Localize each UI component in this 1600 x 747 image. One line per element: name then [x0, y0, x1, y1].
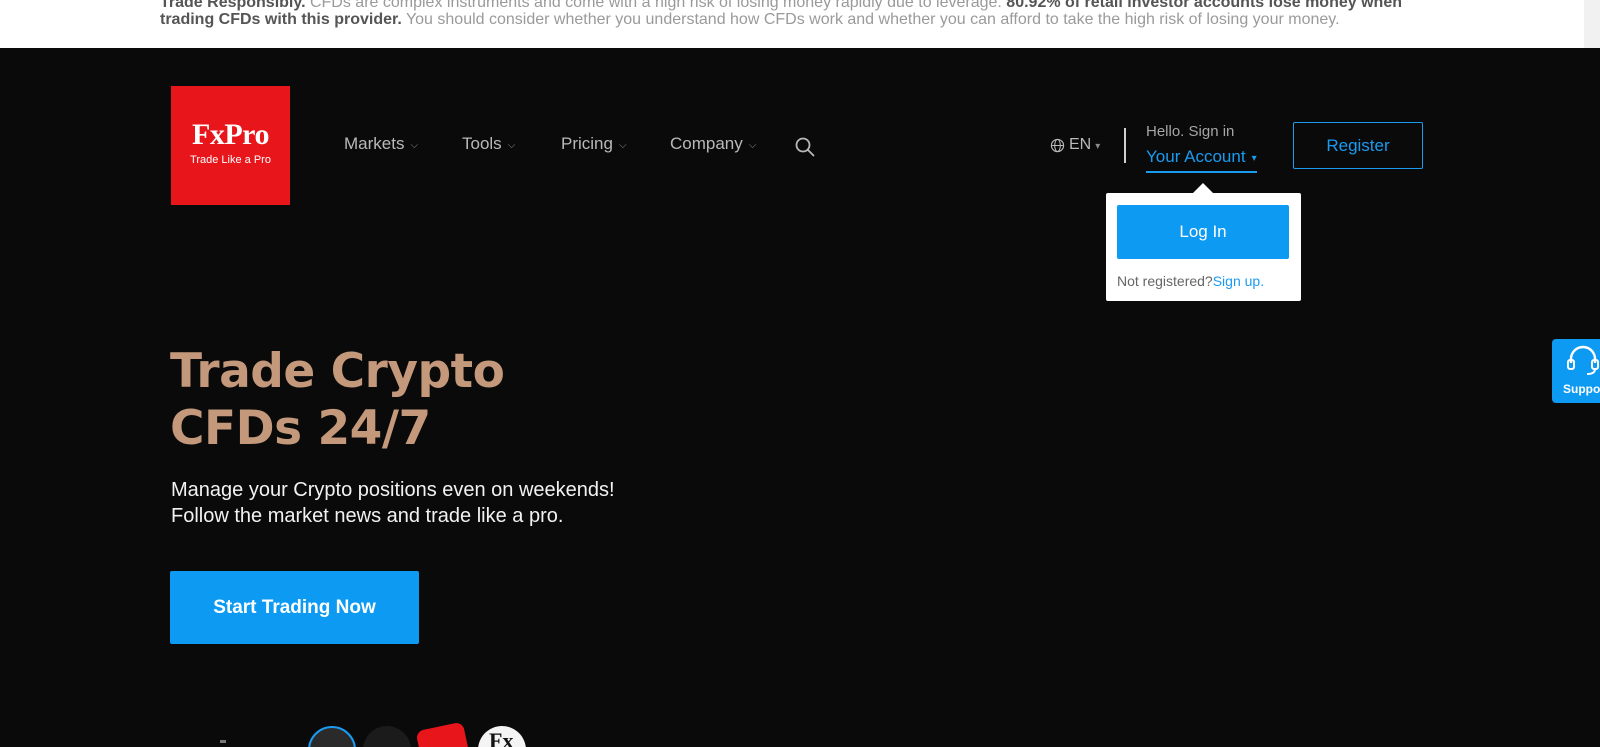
nav-item-company[interactable]: Company ⌵ [670, 134, 756, 154]
risk-warning-lead: Trade Responsibly. [160, 0, 306, 11]
chevron-down-icon: ⌵ [410, 139, 419, 151]
risk-bar-scrollbar[interactable] [1584, 0, 1600, 48]
support-tab[interactable]: Support [1552, 339, 1600, 403]
language-label: EN [1069, 136, 1092, 153]
partial-text-fragment [220, 740, 226, 743]
award-badge-icon [308, 726, 356, 747]
award-badge-icon [415, 721, 473, 747]
hero-subtitle-line1: Manage your Crypto positions even on wee… [171, 479, 615, 501]
fxpro-logo[interactable]: FxPro Trade Like a Pro [171, 86, 290, 205]
chevron-down-icon: ⌵ [507, 139, 516, 151]
not-registered-label: Not registered? [1117, 273, 1213, 289]
hero-title: Trade Crypto CFDs 24/7 [170, 343, 505, 457]
risk-warning-text: Trade Responsibly. CFDs are complex inst… [160, 0, 1420, 28]
logo-tagline: Trade Like a Pro [190, 154, 271, 166]
hero-subtitle-line2: Follow the market news and trade like a … [171, 505, 564, 527]
hero-subtitle: Manage your Crypto positions even on wee… [171, 477, 615, 529]
nav-item-tools[interactable]: Tools ⌵ [462, 134, 515, 154]
nav-item-label: Markets [344, 134, 405, 153]
language-selector[interactable]: EN ▾ [1050, 136, 1100, 154]
logo-name: FxPro [192, 118, 269, 151]
nav-item-pricing[interactable]: Pricing ⌵ [561, 134, 627, 154]
caret-down-icon: ▾ [1095, 140, 1101, 152]
risk-warning-part1: CFDs are complex instruments and come wi… [305, 0, 1007, 11]
nav-item-label: Pricing [561, 134, 613, 153]
not-registered-text: Not registered?Sign up. [1117, 273, 1264, 289]
nav-item-label: Tools [462, 134, 502, 153]
sign-up-link[interactable]: Sign up. [1213, 273, 1264, 289]
risk-warning-bar: Trade Responsibly. CFDs are complex inst… [0, 0, 1600, 48]
account-dropdown: Log In Not registered?Sign up. [1106, 193, 1301, 301]
search-icon[interactable] [794, 136, 816, 158]
chevron-down-icon: ⌵ [618, 139, 627, 151]
register-button[interactable]: Register [1293, 122, 1423, 169]
support-label: Support [1563, 382, 1600, 396]
nav-item-markets[interactable]: Markets ⌵ [344, 134, 418, 154]
hero-title-line2: CFDs 24/7 [170, 401, 431, 456]
hero-title-line1: Trade Crypto [170, 344, 505, 399]
caret-down-icon: ▾ [1251, 152, 1257, 164]
account-label: Your Account [1146, 147, 1246, 166]
headset-icon [1567, 345, 1599, 375]
chevron-down-icon: ⌵ [748, 139, 757, 151]
fxpro-badge-icon: Fx [478, 726, 526, 747]
award-badge-icon [363, 726, 411, 747]
nav-item-label: Company [670, 134, 743, 153]
globe-icon [1050, 138, 1065, 152]
header-divider [1124, 128, 1126, 163]
start-trading-button[interactable]: Start Trading Now [170, 571, 419, 644]
your-account-menu[interactable]: Your Account ▾ [1146, 147, 1257, 173]
risk-warning-part2: You should consider whether you understa… [401, 11, 1340, 28]
hello-sign-in-text: Hello. Sign in [1146, 123, 1235, 140]
log-in-button[interactable]: Log In [1117, 205, 1289, 259]
